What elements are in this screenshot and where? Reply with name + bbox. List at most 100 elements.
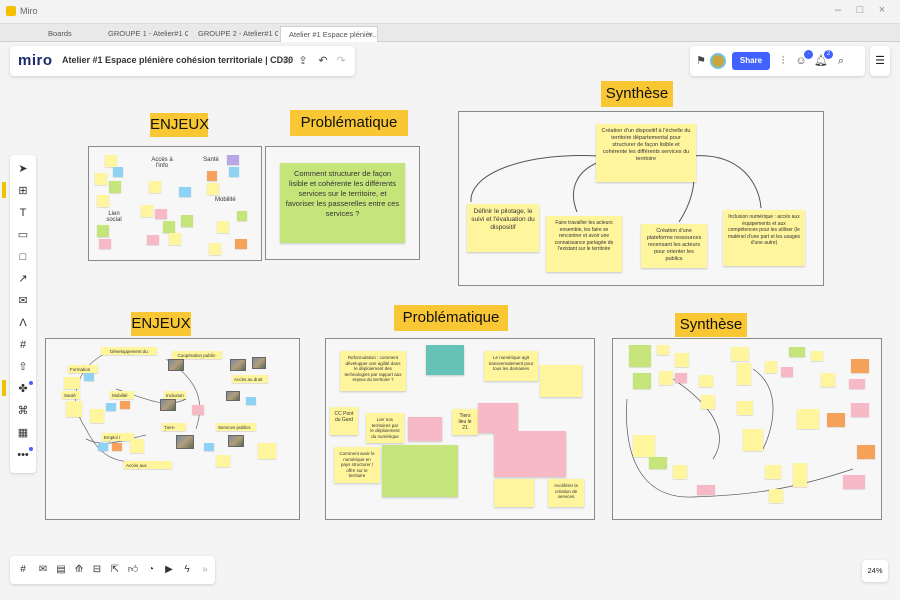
avatar[interactable] bbox=[710, 53, 726, 69]
problematique-frame[interactable]: Comment structurer de façon lisible et c… bbox=[265, 146, 420, 260]
sticky-note[interactable] bbox=[99, 239, 111, 249]
upload-icon[interactable]: ⇧ bbox=[13, 357, 33, 377]
minimize-icon[interactable]: – bbox=[828, 4, 848, 16]
sticky-note[interactable] bbox=[408, 417, 442, 441]
enjeux-banner[interactable]: ENJEUX bbox=[150, 113, 209, 137]
settings-sliders-icon[interactable]: ⫶ bbox=[774, 52, 792, 70]
sticky-note[interactable] bbox=[797, 409, 819, 429]
frame-icon[interactable]: # bbox=[13, 335, 33, 355]
tab-boards[interactable]: Boards bbox=[40, 26, 100, 42]
sticky-note[interactable] bbox=[494, 479, 534, 507]
sticky-note[interactable] bbox=[827, 413, 845, 427]
sticky-note[interactable] bbox=[155, 209, 167, 219]
close-icon[interactable]: × bbox=[872, 4, 892, 16]
sticky-note[interactable] bbox=[426, 345, 464, 375]
sticky-note[interactable] bbox=[120, 401, 130, 409]
cards-icon[interactable]: ⊟ bbox=[88, 560, 106, 580]
sticky-note[interactable] bbox=[633, 373, 651, 389]
video-icon[interactable]: ▶ bbox=[160, 560, 178, 580]
sticky-note[interactable] bbox=[743, 429, 763, 451]
sticky-note[interactable] bbox=[849, 379, 865, 389]
sticky-note[interactable] bbox=[112, 443, 122, 451]
sticky-note[interactable] bbox=[229, 167, 239, 177]
shape-icon[interactable]: □ bbox=[13, 247, 33, 267]
more-icon[interactable]: ••• bbox=[13, 445, 33, 465]
sticky-note[interactable] bbox=[737, 363, 751, 385]
sticky-note[interactable] bbox=[207, 183, 219, 195]
sticky-note[interactable] bbox=[90, 409, 104, 423]
sticky-note[interactable] bbox=[675, 373, 687, 383]
cursor-flag-icon[interactable]: ⚑ bbox=[692, 52, 710, 70]
sticky-note[interactable] bbox=[163, 221, 175, 233]
tab-groupe-1[interactable]: GROUPE 1 - Atelier#1 Co... bbox=[100, 26, 188, 42]
comment-structurer-note[interactable]: Comment avoir le numérique en pays struc… bbox=[334, 447, 380, 483]
share-screen-icon[interactable]: ⇱ bbox=[106, 560, 124, 580]
comments-icon[interactable]: ✉ bbox=[34, 560, 52, 580]
sticky-note[interactable] bbox=[209, 243, 221, 255]
label-acces-droit[interactable]: Accès au droit bbox=[232, 375, 268, 383]
sticky-note[interactable] bbox=[84, 373, 94, 381]
sticky-note[interactable] bbox=[540, 365, 582, 397]
sticky-note[interactable] bbox=[204, 443, 214, 451]
synthese-note-pilotage[interactable]: Définir le pilotage, le suivi et l'évalu… bbox=[467, 204, 539, 252]
activity-icon[interactable]: ⟰ bbox=[70, 560, 88, 580]
sticky-note[interactable] bbox=[675, 353, 689, 367]
connector-icon[interactable]: ↗ bbox=[13, 269, 33, 289]
enjeux-frame[interactable]: Accès à l'info Lien social Santé Mobilit… bbox=[88, 146, 262, 261]
photo-image[interactable] bbox=[160, 399, 176, 411]
pen-icon[interactable]: Λ bbox=[13, 313, 33, 333]
sticky-note[interactable] bbox=[207, 171, 217, 181]
reactions-icon[interactable]: ☺ · bbox=[792, 50, 813, 70]
sticky-note[interactable] bbox=[109, 181, 121, 193]
sticky-note[interactable] bbox=[673, 465, 687, 479]
sticky-note[interactable] bbox=[169, 233, 181, 245]
label-sante-2[interactable]: Santé bbox=[62, 391, 80, 399]
search-icon[interactable]: ⌕ bbox=[832, 52, 850, 70]
synthese-note-acteurs[interactable]: Faire travailler les acteurs ensemble, l… bbox=[546, 216, 622, 272]
sticky-note[interactable] bbox=[494, 431, 566, 477]
apps-icon[interactable]: ✤ bbox=[13, 379, 33, 399]
synthese-banner-2[interactable]: Synthèse bbox=[675, 313, 747, 337]
sticky-note[interactable] bbox=[217, 221, 229, 233]
photo-image[interactable] bbox=[176, 435, 194, 449]
sticky-note[interactable] bbox=[737, 401, 753, 415]
miro-logo[interactable]: miro bbox=[18, 52, 53, 69]
sticky-note-icon[interactable]: ▭ bbox=[13, 225, 33, 245]
like-icon[interactable]: 👍︎ bbox=[124, 560, 142, 580]
sticky-note[interactable] bbox=[851, 359, 869, 373]
redo-icon[interactable]: ↷ bbox=[332, 52, 350, 70]
photo-image[interactable] bbox=[228, 435, 244, 447]
maximize-icon[interactable]: □ bbox=[850, 4, 870, 16]
notes-panel-icon[interactable]: ☰ bbox=[870, 46, 890, 76]
accelerer-note[interactable]: Accélérer la création de services bbox=[548, 479, 584, 507]
notifications-icon[interactable]: 🔔︎ 2 bbox=[812, 50, 833, 70]
label-cooperation[interactable]: Coopération public-privé bbox=[172, 351, 222, 359]
label-services-publics[interactable]: Services publics bbox=[216, 423, 256, 431]
sticky-note[interactable] bbox=[258, 443, 276, 459]
tab-atelier-active[interactable]: Atelier #1 Espace plénièr... × bbox=[280, 26, 378, 42]
photo-image[interactable] bbox=[252, 357, 266, 369]
label-developpement[interactable]: Développement du numérique bbox=[101, 347, 157, 355]
photo-image[interactable] bbox=[230, 359, 246, 371]
widgets-icon[interactable]: ▦ bbox=[13, 423, 33, 443]
mind-map-icon[interactable]: ⌘ bbox=[13, 401, 33, 421]
sticky-note[interactable] bbox=[105, 155, 117, 167]
timer-icon[interactable]: ◔ bbox=[142, 560, 160, 580]
sticky-note[interactable] bbox=[851, 403, 869, 417]
select-cursor-icon[interactable]: ➤ bbox=[13, 159, 33, 179]
comment-icon[interactable]: ✉ bbox=[13, 291, 33, 311]
sticky-note[interactable] bbox=[179, 187, 191, 197]
tab-groupe-2[interactable]: GROUPE 2 - Atelier#1 Co... bbox=[190, 26, 278, 42]
sticky-note[interactable] bbox=[95, 173, 107, 185]
sticky-note[interactable] bbox=[64, 377, 80, 389]
problematique-frame-2[interactable]: Reformulation : comment développer une a… bbox=[325, 338, 595, 520]
sticky-note[interactable] bbox=[789, 347, 805, 357]
synthese-frame[interactable]: Création d'un dispositif à l'échelle du … bbox=[458, 111, 824, 286]
export-icon[interactable]: ⇪ bbox=[294, 52, 312, 70]
synthese-frame-2[interactable] bbox=[612, 338, 882, 520]
sticky-note[interactable] bbox=[765, 465, 781, 479]
sticky-note[interactable] bbox=[237, 211, 247, 221]
sticky-note[interactable] bbox=[147, 235, 159, 245]
share-button[interactable]: Share bbox=[732, 52, 770, 70]
enjeux-banner-2[interactable]: ENJEUX bbox=[131, 312, 191, 336]
